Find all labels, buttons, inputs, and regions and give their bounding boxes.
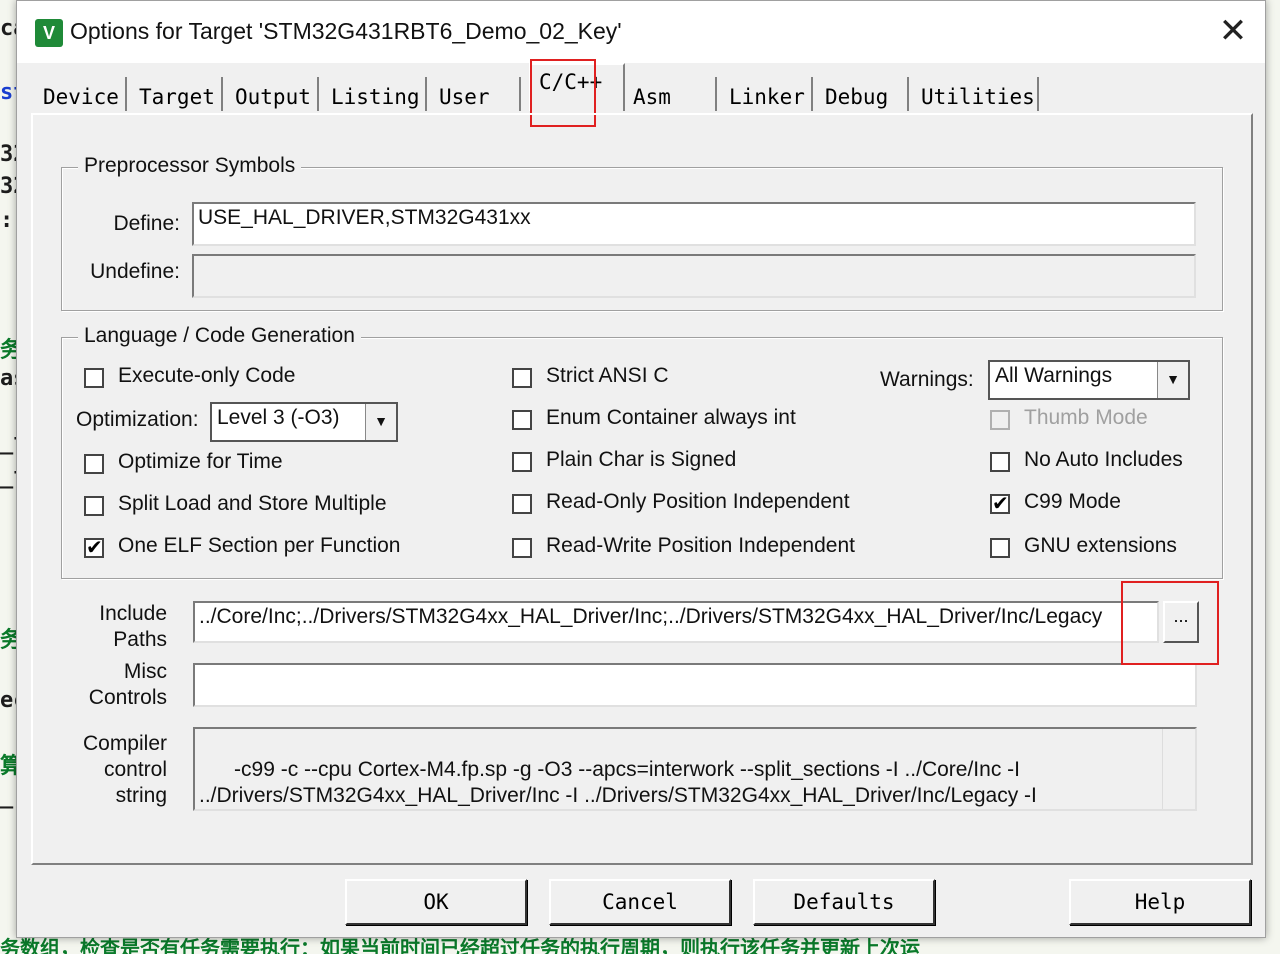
optimize-time-label: Optimize for Time [118,450,283,473]
compiler-label-line3: string [115,784,167,807]
keil-uvision-icon: V [35,19,63,47]
optimize-time-checkbox[interactable] [84,454,104,474]
c99-mode-checkbox[interactable]: ✔ [990,494,1010,514]
warnings-label: Warnings: [880,368,974,391]
ropi-label: Read-Only Position Independent [546,490,850,513]
tab-utilities[interactable]: Utilities [913,77,1039,111]
compiler-control-string[interactable]: -c99 -c --cpu Cortex-M4.fp.sp -g -O3 --a… [193,727,1197,811]
misc-controls-label: Misc Controls [73,659,167,711]
warnings-value: All Warnings [995,364,1113,387]
preprocessor-title: Preprocessor Symbols [78,154,302,178]
optimization-label: Optimization: [76,408,199,431]
tab-user[interactable]: User [431,77,521,111]
include-paths-label: Include Paths [73,601,167,653]
chevron-down-icon[interactable]: ▼ [1157,362,1188,398]
no-auto-includes-label: No Auto Includes [1024,448,1183,471]
define-input[interactable]: USE_HAL_DRIVER,STM32G431xx [192,202,1196,246]
cancel-button[interactable]: Cancel [549,879,731,925]
no-auto-includes-checkbox[interactable] [990,452,1010,472]
defaults-button[interactable]: Defaults [753,879,935,925]
gnu-extensions-label: GNU extensions [1024,534,1177,557]
background-comment-line: 务数组，检查是否有任务需要执行：如果当前时间已经超过任务的执行周期，则执行该任务… [0,938,920,954]
bg-fragment: : [0,208,14,233]
tab-asm[interactable]: Asm [625,77,717,111]
window-title: Options for Target 'STM32G431RBT6_Demo_0… [70,18,622,44]
misc-label-line1: Misc [123,660,167,683]
language-group: Language / Code Generation Execute-only … [61,324,1223,579]
c99-mode-label: C99 Mode [1024,490,1121,513]
close-icon[interactable]: ✕ [1213,11,1253,51]
ok-button[interactable]: OK [345,879,527,925]
strict-ansi-checkbox[interactable] [512,368,532,388]
include-label-line1: Include [99,602,167,625]
plain-char-label: Plain Char is Signed [546,448,737,471]
execute-only-checkbox[interactable] [84,368,104,388]
help-button[interactable]: Help [1069,879,1251,925]
tab-output[interactable]: Output [227,77,319,111]
optimization-value: Level 3 (-O3) [217,406,340,429]
gnu-extensions-checkbox[interactable] [990,538,1010,558]
execute-only-label: Execute-only Code [118,364,296,387]
enum-container-checkbox[interactable] [512,410,532,430]
cc-tab-panel: Preprocessor Symbols Define: USE_HAL_DRI… [31,113,1253,865]
thumb-mode-checkbox [990,410,1010,430]
tab-linker[interactable]: Linker [721,77,813,111]
language-title: Language / Code Generation [78,324,361,348]
tab-target[interactable]: Target [131,77,223,111]
define-label: Define: [113,212,180,235]
compiler-scrollbar[interactable] [1162,729,1195,809]
rwpi-label: Read-Write Position Independent [546,534,855,557]
tab-listing[interactable]: Listing [323,77,427,111]
split-load-checkbox[interactable] [84,496,104,516]
compiler-label-line1: Compiler [82,732,167,755]
preprocessor-group: Preprocessor Symbols Define: USE_HAL_DRI… [61,154,1223,311]
warnings-select[interactable]: All Warnings ▼ [988,360,1190,400]
rwpi-checkbox[interactable] [512,538,532,558]
ropi-checkbox[interactable] [512,494,532,514]
title-bar[interactable]: V Options for Target 'STM32G431RBT6_Demo… [17,1,1265,63]
thumb-mode-label: Thumb Mode [1024,406,1148,429]
compiler-control-text: -c99 -c --cpu Cortex-M4.fp.sp -g -O3 --a… [199,758,1037,807]
misc-controls-input[interactable] [193,663,1197,707]
include-paths-input[interactable]: ../Core/Inc;../Drivers/STM32G4xx_HAL_Dri… [193,601,1159,643]
misc-label-line2: Controls [88,686,167,709]
enum-container-label: Enum Container always int [546,406,796,429]
chevron-down-icon[interactable]: ▼ [365,404,396,440]
optimization-select[interactable]: Level 3 (-O3) ▼ [210,402,398,442]
tab-device[interactable]: Device [35,77,127,111]
tab-debug[interactable]: Debug [817,77,909,111]
include-label-line2: Paths [113,628,167,651]
highlight-box-browse [1121,581,1219,665]
undefine-input[interactable] [192,254,1196,298]
one-elf-label: One ELF Section per Function [118,534,401,557]
undefine-label: Undefine: [90,260,180,283]
split-load-label: Split Load and Store Multiple [118,492,387,515]
strict-ansi-label: Strict ANSI C [546,364,669,387]
one-elf-checkbox[interactable]: ✔ [84,538,104,558]
compiler-control-label: Compiler control string [73,731,167,809]
compiler-label-line2: control [103,758,167,781]
options-dialog: V Options for Target 'STM32G431RBT6_Demo… [16,0,1266,938]
plain-char-checkbox[interactable] [512,452,532,472]
